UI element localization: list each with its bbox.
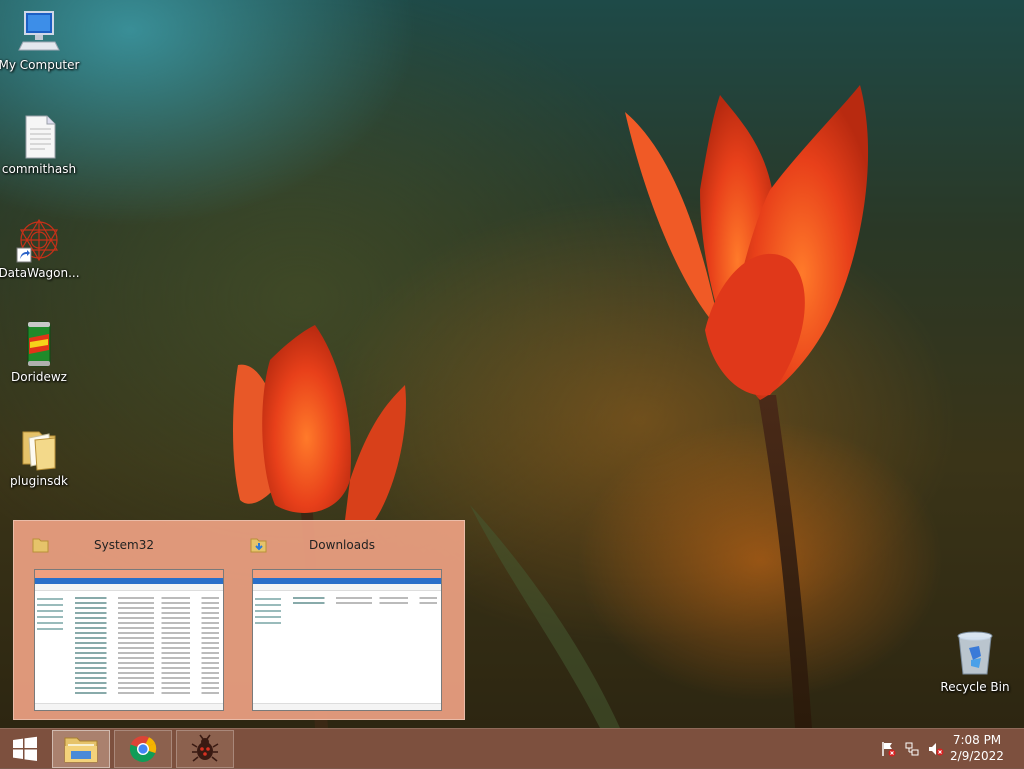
thumbnail-header: System32 [26,531,222,561]
datawagon-shortcut-icon [15,216,63,264]
system-tray: 7:08 PM 2/9/2022 [864,729,1024,769]
desktop-icon-recycle-bin[interactable]: Recycle Bin [933,630,1017,695]
window-thumbnail-system32[interactable]: System32 [26,531,224,715]
desktop-icon-pluginsdk[interactable]: pluginsdk [0,424,81,489]
desktop-icon-label: pluginsdk [10,474,68,488]
taskbar-file-explorer-button[interactable] [52,730,110,768]
thumbnail-title: Downloads [309,538,375,552]
window-preview [252,569,442,711]
desktop-icon-label: DataWagon... [0,266,80,280]
soda-can-icon [15,320,63,368]
desktop-icon-label: Recycle Bin [940,680,1010,694]
taskbar: 7:08 PM 2/9/2022 [0,728,1024,769]
desktop-icon-label: My Computer [0,58,80,72]
folder-icon [15,424,63,472]
window-preview [34,569,224,711]
recycle-bin-icon [951,630,999,678]
start-button[interactable] [0,730,50,768]
desktop-icon-label: commithash [1,162,77,176]
desktop-icon-doridewz[interactable]: Doridewz [0,320,81,385]
thumbnail-title: System32 [93,538,155,552]
taskbar-debugger-button[interactable] [176,730,234,768]
taskbar-chrome-button[interactable] [114,730,172,768]
action-center-flag-icon[interactable] [880,741,896,757]
desktop-icon-label: Doridewz [11,370,67,384]
window-thumbnail-downloads[interactable]: Downloads [244,531,442,715]
taskbar-thumbnail-popup: System32 Downloads [13,520,465,720]
desktop-icon-datawagon[interactable]: DataWagon... [0,216,81,281]
desktop-icon-commithash[interactable]: commithash [0,112,81,177]
thumbnail-header: Downloads [244,531,440,561]
clock-time: 7:08 PM [952,733,1002,747]
network-icon[interactable] [904,741,920,757]
computer-icon [15,8,63,56]
clock-date: 2/9/2022 [950,749,1004,763]
taskbar-clock[interactable]: 7:08 PM 2/9/2022 [942,732,1012,764]
desktop-icon-my-computer[interactable]: My Computer [0,8,81,73]
text-file-icon [15,112,63,160]
